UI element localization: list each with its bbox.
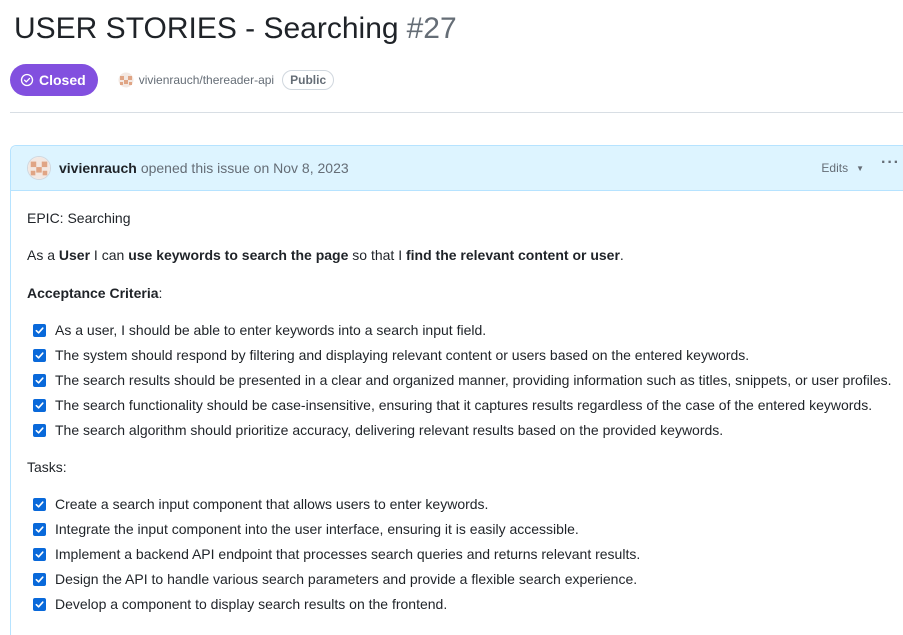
task-item: Implement a backend API endpoint that pr… [33, 544, 640, 564]
visibility-badge: Public [282, 70, 335, 90]
repo-owner-avatar-icon[interactable] [118, 72, 134, 88]
issue-number: #27 [406, 12, 457, 45]
acceptance-item: The search results should be presented i… [33, 370, 892, 390]
kebab-menu-icon[interactable]: ··· [881, 154, 900, 172]
checked-checkbox-icon[interactable] [33, 547, 46, 561]
edits-label: Edits [821, 161, 849, 175]
task-item: Develop a component to display search re… [33, 594, 447, 614]
caret-down-icon: ▼ [856, 163, 864, 173]
checked-checkbox-icon[interactable] [33, 398, 46, 412]
epic-line: EPIC: Searching [27, 210, 131, 226]
checked-checkbox-icon[interactable] [33, 597, 46, 611]
comment-opened-text: opened this issue on Nov 8, 2023 [140, 160, 349, 176]
checked-checkbox-icon[interactable] [33, 522, 46, 536]
header-divider [10, 112, 903, 113]
checked-checkbox-icon[interactable] [33, 572, 46, 586]
acceptance-item: As a user, I should be able to enter key… [33, 320, 486, 340]
task-item: Integrate the input component into the u… [33, 519, 579, 539]
issue-title: USER STORIES - Searching [14, 12, 399, 45]
issue-meta: Closed vivienrauch/thereader-api Public [10, 64, 335, 96]
checked-checkbox-icon[interactable] [33, 497, 46, 511]
task-item: Create a search input component that all… [33, 494, 488, 514]
task-item: Design the API to handle various search … [33, 569, 637, 589]
acceptance-item: The system should respond by filtering a… [33, 345, 749, 365]
repo-link[interactable]: vivienrauch/thereader-api [139, 73, 274, 87]
check-circle-icon [20, 73, 34, 87]
checked-checkbox-icon[interactable] [33, 373, 46, 387]
checked-checkbox-icon[interactable] [33, 348, 46, 362]
author-avatar-icon[interactable] [27, 156, 51, 180]
user-story: As a User I can use keywords to search t… [27, 247, 624, 263]
acceptance-item: The search algorithm should prioritize a… [33, 420, 723, 440]
state-badge: Closed [10, 64, 98, 96]
edits-dropdown[interactable]: Edits ▼ [821, 161, 864, 175]
acceptance-item: The search functionality should be case-… [33, 395, 872, 415]
issue-comment: vivienrauch opened this issue on Nov 8, … [10, 145, 903, 635]
comment-header: vivienrauch opened this issue on Nov 8, … [11, 146, 903, 191]
acceptance-heading: Acceptance Criteria: [27, 285, 163, 301]
checked-checkbox-icon[interactable] [33, 323, 46, 337]
issue-title-row: USER STORIES - Searching #27 [14, 12, 457, 46]
checked-checkbox-icon[interactable] [33, 423, 46, 437]
tasks-heading: Tasks: [27, 459, 67, 475]
state-label: Closed [39, 72, 86, 88]
comment-author[interactable]: vivienrauch [59, 160, 137, 176]
